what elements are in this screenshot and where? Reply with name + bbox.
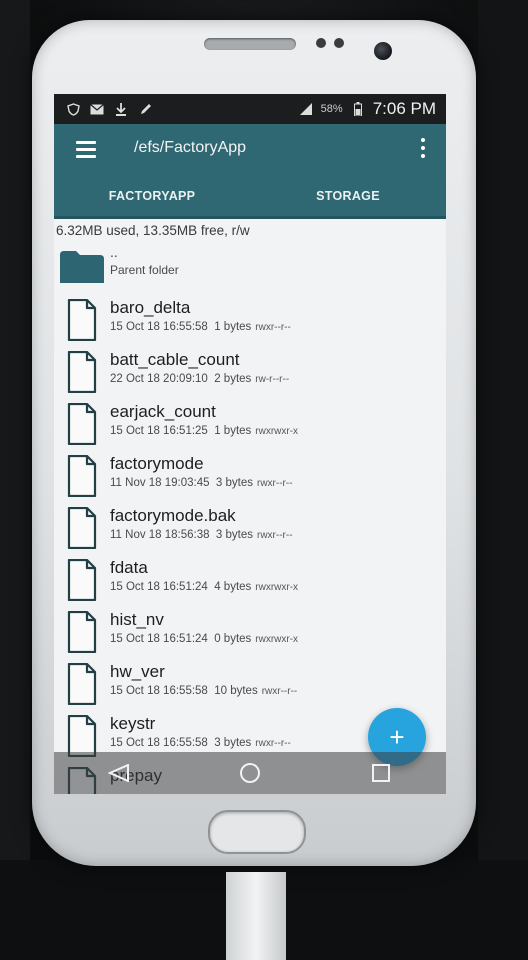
file-icon — [54, 659, 110, 705]
file-permissions: rwxr--r-- — [257, 530, 293, 541]
file-date: 22 Oct 18 20:09:10 — [110, 373, 208, 385]
file-date: 15 Oct 18 16:55:58 — [110, 321, 208, 333]
parent-folder-label: Parent folder — [110, 263, 179, 277]
file-meta: 15 Oct 18 16:51:24 0 bytes rwxrwxr-x — [110, 633, 298, 645]
file-date: 11 Nov 18 18:56:38 — [110, 529, 210, 541]
file-name: earjack_count — [110, 402, 216, 421]
home-icon[interactable] — [230, 758, 270, 788]
file-meta: 15 Oct 18 16:55:58 1 bytes rwxr--r-- — [110, 321, 291, 333]
file-permissions: rwxr--r-- — [255, 738, 291, 749]
earpiece-speaker — [204, 38, 296, 50]
file-row[interactable]: factorymode.bak 11 Nov 18 18:56:38 3 byt… — [54, 503, 446, 555]
file-permissions: rw-r--r-- — [255, 374, 290, 385]
file-date: 15 Oct 18 16:51:24 — [110, 581, 208, 593]
file-permissions: rwxr--r-- — [255, 322, 291, 333]
back-icon[interactable] — [99, 758, 139, 788]
file-name: factorymode.bak — [110, 506, 236, 525]
file-size: 1 bytes — [214, 425, 252, 437]
file-size: 1 bytes — [214, 321, 252, 333]
tab-factoryapp[interactable]: FACTORYAPP — [54, 176, 250, 216]
file-meta: 22 Oct 18 20:09:10 2 bytes rw-r--r-- — [110, 373, 289, 385]
file-size: 2 bytes — [214, 373, 252, 385]
download-icon — [114, 102, 128, 116]
navigation-bar — [54, 752, 446, 794]
tab-storage[interactable]: STORAGE — [250, 176, 446, 216]
file-permissions: rwxrwxr-x — [255, 582, 299, 593]
home-hardware-button[interactable] — [208, 810, 306, 854]
file-permissions: rwxrwxr-x — [255, 634, 299, 645]
file-row[interactable]: fdata 15 Oct 18 16:51:24 4 bytes rwxrwxr-… — [54, 555, 446, 607]
file-row[interactable]: hist_nv 15 Oct 18 16:51:24 0 bytes rwxrwx… — [54, 607, 446, 659]
battery-percent: 58% — [320, 103, 343, 115]
file-name: hist_nv — [110, 610, 164, 629]
file-row[interactable]: factorymode 11 Nov 18 19:03:45 3 bytes rw… — [54, 451, 446, 503]
file-row[interactable]: earjack_count 15 Oct 18 16:51:25 1 bytes… — [54, 399, 446, 451]
signal-icon — [299, 102, 313, 116]
file-row[interactable]: baro_delta 15 Oct 18 16:55:58 1 bytes rwx… — [54, 295, 446, 347]
file-row[interactable]: batt_cable_count 22 Oct 18 20:09:10 2 by… — [54, 347, 446, 399]
light-sensor — [334, 38, 344, 48]
front-camera — [374, 42, 392, 60]
screen: 58% 7:06 PM /efs/FactoryApp FACTORYAPP S… — [54, 94, 446, 794]
file-name: fdata — [110, 558, 148, 577]
file-size: 3 bytes — [215, 529, 253, 541]
parent-folder-name: .. — [110, 244, 118, 260]
usb-cable — [226, 872, 286, 960]
proximity-sensor — [316, 38, 326, 48]
file-name: baro_delta — [110, 298, 191, 317]
file-icon — [54, 399, 110, 445]
file-permissions: rwxrwxr-x — [255, 426, 299, 437]
file-name: hw_ver — [110, 662, 165, 681]
file-name: batt_cable_count — [110, 350, 240, 369]
file-date: 15 Oct 18 16:51:25 — [110, 425, 208, 437]
file-date: 15 Oct 18 16:55:58 — [110, 685, 208, 697]
file-date: 11 Nov 18 19:03:45 — [110, 477, 210, 489]
clock: 7:06 PM — [372, 99, 436, 118]
file-date: 15 Oct 18 16:55:58 — [110, 737, 208, 749]
file-size: 3 bytes — [214, 737, 252, 749]
pencil-icon — [138, 102, 152, 116]
file-meta: 11 Nov 18 19:03:45 3 bytes rwxr--r-- — [110, 477, 293, 489]
file-icon — [54, 451, 110, 497]
file-size: 4 bytes — [214, 581, 252, 593]
mail-icon — [90, 102, 104, 116]
file-meta: 15 Oct 18 16:51:24 4 bytes rwxrwxr-x — [110, 581, 298, 593]
file-name: keystr — [110, 714, 156, 733]
tab-bar: FACTORYAPP STORAGE — [54, 176, 446, 219]
file-permissions: rwxr--r-- — [257, 478, 293, 489]
file-size: 3 bytes — [215, 477, 253, 489]
file-icon — [54, 503, 110, 549]
file-icon — [54, 711, 110, 757]
file-icon — [54, 295, 110, 341]
current-path: /efs/FactoryApp — [134, 139, 247, 156]
file-meta: 11 Nov 18 18:56:38 3 bytes rwxr--r-- — [110, 529, 293, 541]
more-options-icon[interactable] — [420, 138, 426, 162]
file-row[interactable]: hw_ver 15 Oct 18 16:55:58 10 bytes rwxr--… — [54, 659, 446, 711]
parent-folder-row[interactable]: .. Parent folder — [54, 243, 446, 295]
status-bar: 58% 7:06 PM — [54, 94, 446, 124]
storage-summary: 6.32MB used, 13.35MB free, r/w — [56, 223, 250, 238]
shield-icon — [66, 102, 80, 116]
file-permissions: rwxr--r-- — [261, 686, 298, 697]
file-date: 15 Oct 18 16:51:24 — [110, 633, 208, 645]
battery-icon — [351, 102, 365, 116]
file-meta: 15 Oct 18 16:55:58 10 bytes rwxr--r-- — [110, 685, 297, 697]
file-icon — [54, 347, 110, 393]
app-toolbar: /efs/FactoryApp — [54, 124, 446, 176]
file-icon — [54, 607, 110, 653]
file-meta: 15 Oct 18 16:55:58 3 bytes rwxr--r-- — [110, 737, 291, 749]
file-name: factorymode — [110, 454, 204, 473]
file-size: 0 bytes — [214, 633, 252, 645]
file-meta: 15 Oct 18 16:51:25 1 bytes rwxrwxr-x — [110, 425, 298, 437]
recents-icon[interactable] — [361, 758, 401, 788]
file-icon — [54, 555, 110, 601]
folder-icon — [54, 243, 110, 283]
file-size: 10 bytes — [214, 685, 258, 697]
hamburger-menu-icon[interactable] — [76, 141, 96, 159]
